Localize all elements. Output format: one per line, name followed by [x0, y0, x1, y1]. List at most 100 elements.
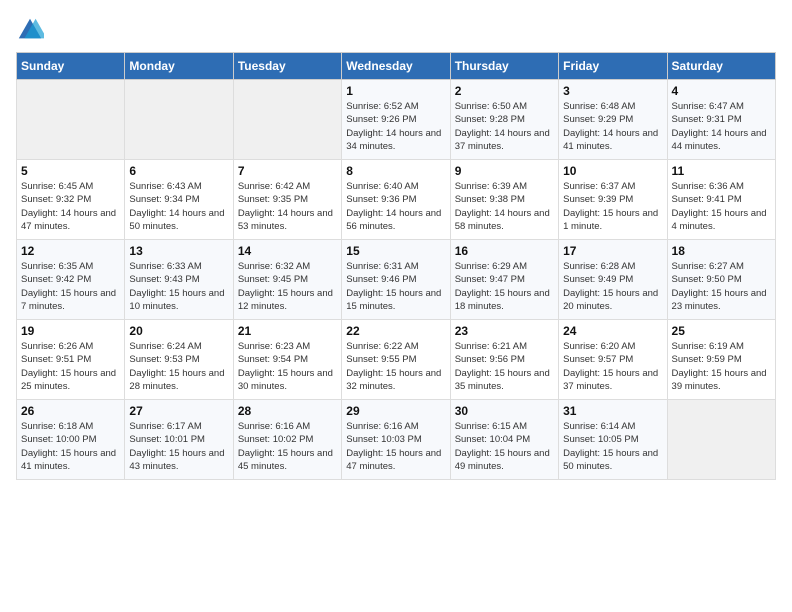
calendar-cell: 13 Sunrise: 6:33 AMSunset: 9:43 PMDayligh… — [125, 240, 233, 320]
week-row-3: 12Sunrise: 6:35 AMSunset: 9:42 PMDayligh… — [17, 240, 776, 320]
calendar-cell: 20 Sunrise: 6:24 AMSunset: 9:53 PMDayligh… — [125, 320, 233, 400]
day-info: Sunrise: 6:36 AMSunset: 9:41 PMDaylight:… — [672, 180, 771, 233]
day-number: 30 — [455, 404, 554, 418]
day-number: 21 — [238, 324, 337, 338]
day-info: Sunrise: 6:28 AMSunset: 9:49 PMDaylight:… — [563, 260, 662, 313]
day-number: 16 — [455, 244, 554, 258]
calendar-cell: 6Sunrise: 6:43 AMSunset: 9:34 PMDaylight… — [125, 160, 233, 240]
calendar-cell: 23Sunrise: 6:21 AMSunset: 9:56 PMDayligh… — [450, 320, 558, 400]
day-header-thursday: Thursday — [450, 53, 558, 80]
day-info: Sunrise: 6:31 AMSunset: 9:46 PMDaylight:… — [346, 260, 445, 313]
logo — [16, 16, 48, 44]
day-info: Sunrise: 6:23 AMSunset: 9:54 PMDaylight:… — [238, 340, 337, 393]
week-row-2: 5 Sunrise: 6:45 AMSunset: 9:32 PMDaylight… — [17, 160, 776, 240]
calendar-cell — [233, 80, 341, 160]
day-number: 17 — [563, 244, 662, 258]
page-header — [16, 16, 776, 44]
day-info: Sunrise: 6:18 AMSunset: 10:00 PMDaylight… — [21, 420, 120, 473]
day-number: 1 — [346, 84, 445, 98]
day-info: Sunrise: 6:20 AMSunset: 9:57 PMDaylight:… — [563, 340, 662, 393]
day-info: Sunrise: 6:35 AMSunset: 9:42 PMDaylight:… — [21, 260, 120, 313]
day-header-monday: Monday — [125, 53, 233, 80]
day-info: Sunrise: 6:15 AMSunset: 10:04 PMDaylight… — [455, 420, 554, 473]
day-number: 18 — [672, 244, 771, 258]
calendar-cell: 22 Sunrise: 6:22 AMSunset: 9:55 PMDayligh… — [342, 320, 450, 400]
day-info: Sunrise: 6:16 AMSunset: 10:03 PMDaylight… — [346, 420, 445, 473]
calendar-cell: 2 Sunrise: 6:50 AMSunset: 9:28 PMDaylight… — [450, 80, 558, 160]
day-info: Sunrise: 6:52 AMSunset: 9:26 PMDaylight:… — [346, 100, 445, 153]
day-info: Sunrise: 6:33 AMSunset: 9:43 PMDaylight:… — [129, 260, 228, 313]
day-info: Sunrise: 6:27 AMSunset: 9:50 PMDaylight:… — [672, 260, 771, 313]
day-number: 8 — [346, 164, 445, 178]
day-info: Sunrise: 6:37 AMSunset: 9:39 PMDaylight:… — [563, 180, 662, 233]
day-info: Sunrise: 6:26 AMSunset: 9:51 PMDaylight:… — [21, 340, 120, 393]
day-number: 11 — [672, 164, 771, 178]
day-info: Sunrise: 6:47 AMSunset: 9:31 PMDaylight:… — [672, 100, 771, 153]
day-info: Sunrise: 6:40 AMSunset: 9:36 PMDaylight:… — [346, 180, 445, 233]
day-info: Sunrise: 6:19 AMSunset: 9:59 PMDaylight:… — [672, 340, 771, 393]
day-info: Sunrise: 6:32 AMSunset: 9:45 PMDaylight:… — [238, 260, 337, 313]
day-info: Sunrise: 6:22 AMSunset: 9:55 PMDaylight:… — [346, 340, 445, 393]
calendar-cell: 3Sunrise: 6:48 AMSunset: 9:29 PMDaylight… — [559, 80, 667, 160]
day-number: 24 — [563, 324, 662, 338]
day-info: Sunrise: 6:39 AMSunset: 9:38 PMDaylight:… — [455, 180, 554, 233]
calendar-cell: 11 Sunrise: 6:36 AMSunset: 9:41 PMDayligh… — [667, 160, 775, 240]
calendar-cell — [125, 80, 233, 160]
calendar-cell: 4Sunrise: 6:47 AMSunset: 9:31 PMDaylight… — [667, 80, 775, 160]
day-number: 28 — [238, 404, 337, 418]
day-number: 14 — [238, 244, 337, 258]
calendar-cell: 26 Sunrise: 6:18 AMSunset: 10:00 PMDaylig… — [17, 400, 125, 480]
day-number: 6 — [129, 164, 228, 178]
day-number: 19 — [21, 324, 120, 338]
day-header-saturday: Saturday — [667, 53, 775, 80]
calendar-cell: 10 Sunrise: 6:37 AMSunset: 9:39 PMDayligh… — [559, 160, 667, 240]
day-number: 13 — [129, 244, 228, 258]
day-number: 10 — [563, 164, 662, 178]
day-info: Sunrise: 6:21 AMSunset: 9:56 PMDaylight:… — [455, 340, 554, 393]
day-info: Sunrise: 6:24 AMSunset: 9:53 PMDaylight:… — [129, 340, 228, 393]
calendar-cell — [17, 80, 125, 160]
week-row-5: 26 Sunrise: 6:18 AMSunset: 10:00 PMDaylig… — [17, 400, 776, 480]
day-info: Sunrise: 6:29 AMSunset: 9:47 PMDaylight:… — [455, 260, 554, 313]
day-number: 31 — [563, 404, 662, 418]
calendar-cell: 28 Sunrise: 6:16 AMSunset: 10:02 PMDaylig… — [233, 400, 341, 480]
day-number: 29 — [346, 404, 445, 418]
day-header-wednesday: Wednesday — [342, 53, 450, 80]
calendar-cell: 17 Sunrise: 6:28 AMSunset: 9:49 PMDayligh… — [559, 240, 667, 320]
calendar-cell: 5 Sunrise: 6:45 AMSunset: 9:32 PMDaylight… — [17, 160, 125, 240]
calendar-cell: 30 Sunrise: 6:15 AMSunset: 10:04 PMDaylig… — [450, 400, 558, 480]
day-number: 15 — [346, 244, 445, 258]
day-info: Sunrise: 6:14 AMSunset: 10:05 PMDaylight… — [563, 420, 662, 473]
calendar-cell: 12Sunrise: 6:35 AMSunset: 9:42 PMDayligh… — [17, 240, 125, 320]
calendar-table: SundayMondayTuesdayWednesdayThursdayFrid… — [16, 52, 776, 480]
week-row-1: 1 Sunrise: 6:52 AMSunset: 9:26 PMDaylight… — [17, 80, 776, 160]
calendar-cell: 24 Sunrise: 6:20 AMSunset: 9:57 PMDayligh… — [559, 320, 667, 400]
calendar-cell: 7 Sunrise: 6:42 AMSunset: 9:35 PMDaylight… — [233, 160, 341, 240]
day-number: 5 — [21, 164, 120, 178]
calendar-cell: 16 Sunrise: 6:29 AMSunset: 9:47 PMDayligh… — [450, 240, 558, 320]
day-info: Sunrise: 6:45 AMSunset: 9:32 PMDaylight:… — [21, 180, 120, 233]
calendar-cell: 25 Sunrise: 6:19 AMSunset: 9:59 PMDayligh… — [667, 320, 775, 400]
day-number: 7 — [238, 164, 337, 178]
day-number: 27 — [129, 404, 228, 418]
day-number: 22 — [346, 324, 445, 338]
week-row-4: 19 Sunrise: 6:26 AMSunset: 9:51 PMDayligh… — [17, 320, 776, 400]
day-info: Sunrise: 6:50 AMSunset: 9:28 PMDaylight:… — [455, 100, 554, 153]
calendar-cell — [667, 400, 775, 480]
day-header-sunday: Sunday — [17, 53, 125, 80]
day-number: 3 — [563, 84, 662, 98]
day-number: 9 — [455, 164, 554, 178]
day-number: 2 — [455, 84, 554, 98]
logo-icon — [16, 16, 44, 44]
day-number: 25 — [672, 324, 771, 338]
day-info: Sunrise: 6:42 AMSunset: 9:35 PMDaylight:… — [238, 180, 337, 233]
day-number: 26 — [21, 404, 120, 418]
calendar-cell: 27 Sunrise: 6:17 AMSunset: 10:01 PMDaylig… — [125, 400, 233, 480]
day-number: 20 — [129, 324, 228, 338]
day-info: Sunrise: 6:17 AMSunset: 10:01 PMDaylight… — [129, 420, 228, 473]
day-info: Sunrise: 6:16 AMSunset: 10:02 PMDaylight… — [238, 420, 337, 473]
calendar-cell: 15 Sunrise: 6:31 AMSunset: 9:46 PMDayligh… — [342, 240, 450, 320]
calendar-cell: 8 Sunrise: 6:40 AMSunset: 9:36 PMDaylight… — [342, 160, 450, 240]
day-header-tuesday: Tuesday — [233, 53, 341, 80]
day-header-friday: Friday — [559, 53, 667, 80]
